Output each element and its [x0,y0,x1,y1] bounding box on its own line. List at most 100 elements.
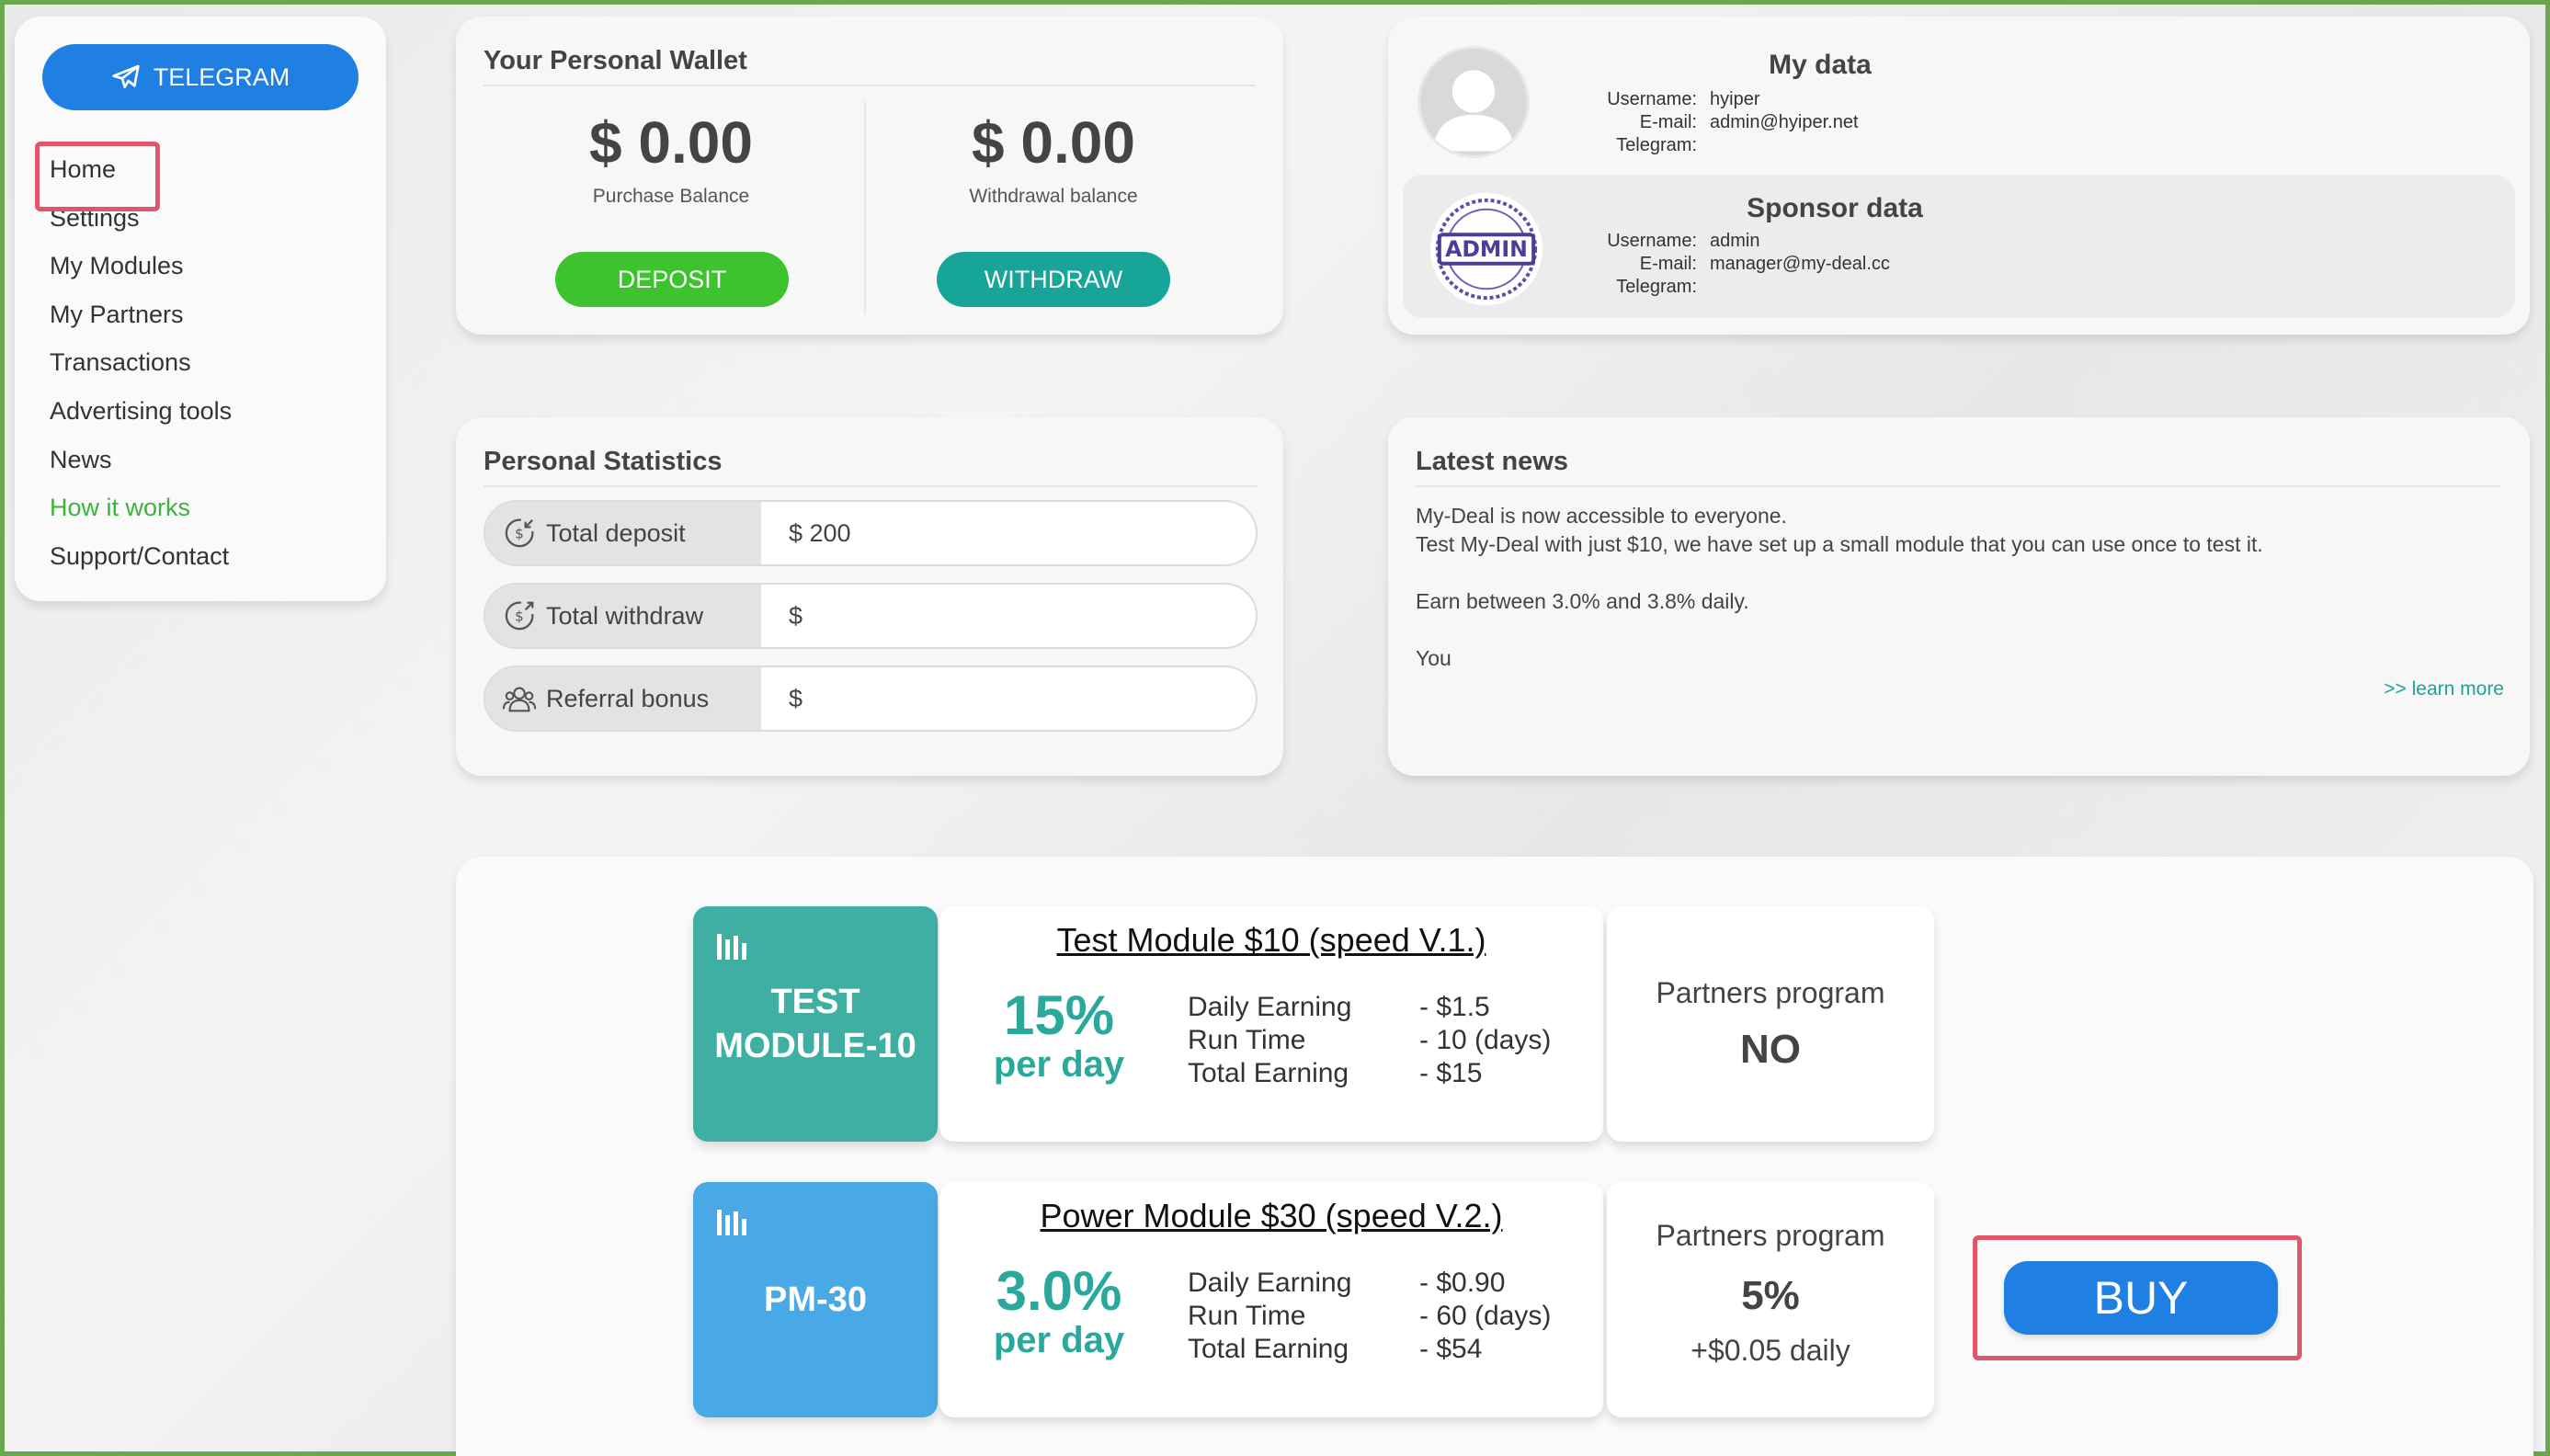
stat-label-cell: Referral bonus [485,667,761,730]
sponsor-email-value: manager@my-deal.cc [1710,254,1890,274]
withdrawal-balance-column: $ 0.00 Withdrawal balance [870,108,1237,208]
news-line: Test My-Deal with just $10, we have set … [1416,532,2263,556]
daily-earning-value: - $1.5 [1419,992,1490,1022]
sidebar-item-support-contact[interactable]: Support/Contact [15,532,386,581]
run-time-key: Run Time [1188,1025,1306,1055]
daily-earning-value: - $0.90 [1419,1268,1506,1298]
deposit-button[interactable]: DEPOSIT [555,252,789,307]
telegram-button-label: TELEGRAM [153,63,290,91]
username-key: Username: [1607,89,1697,109]
partners-program-title: Partners program [1656,1219,1885,1252]
admin-stamp-text: ADMIN [1445,236,1528,262]
sidebar-item-my-partners[interactable]: My Partners [15,290,386,339]
partners-program-value: 5% [1741,1273,1800,1318]
module-percent-value: 15% [1003,984,1115,1046]
run-time-value: - 60 (days) [1419,1301,1552,1331]
total-earning-key: Total Earning [1188,1334,1349,1364]
svg-text:$: $ [515,526,524,542]
news-title-divider [1416,485,2500,487]
partners-program-card: Partners program NO [1607,906,1934,1142]
users-icon [502,687,537,712]
dollar-out-icon: $ [505,601,534,631]
run-time-key: Run Time [1188,1301,1306,1331]
personal-statistics-card: Personal Statistics $ Total deposit $ 20… [456,417,1283,776]
module-card-power-module: Power Module $30 (speed V.2.) 3.0% per d… [939,1182,1603,1417]
withdrawal-balance-amount: $ 0.00 [972,109,1135,176]
sponsor-email-key: E-mail: [1639,254,1697,274]
run-time-value: - 10 (days) [1419,1025,1552,1055]
sidebar-nav: Home Settings My Modules My Partners Tra… [15,145,386,580]
module-tag-label: TEST MODULE-10 [714,983,916,1065]
sponsor-telegram-key: Telegram: [1616,277,1697,297]
daily-earning-key: Daily Earning [1188,992,1352,1022]
statistics-title: Personal Statistics [484,447,723,476]
purchase-balance-column: $ 0.00 Purchase Balance [487,108,855,208]
my-data-fields: Username: hyiper E-mail: admin@hyiper.net … [1590,88,1858,157]
sidebar-item-settings[interactable]: Settings [15,194,386,243]
partners-program-value: NO [1740,1027,1801,1072]
sponsor-data-title: Sponsor data [1747,193,1923,223]
sponsor-data-section: ADMIN Sponsor data Username: admin E-mail… [1403,175,2515,318]
total-earning-key: Total Earning [1188,1058,1349,1088]
withdrawal-balance-label: Withdrawal balance [969,186,1138,207]
learn-more-link[interactable]: >> learn more [2384,678,2504,700]
stat-value-total-deposit: $ 200 [789,518,851,547]
partners-program-card: Partners program 5% +$0.05 daily [1607,1182,1934,1417]
module-tag-label: PM-30 [764,1280,867,1319]
partners-program-title: Partners program [1656,976,1885,1009]
purchase-balance-amount: $ 0.00 [589,109,753,176]
total-earning-value: - $54 [1419,1334,1483,1364]
module-percent-value: 3.0% [996,1260,1122,1322]
sidebar-item-news[interactable]: News [15,436,386,484]
sponsor-username-key: Username: [1607,231,1697,251]
sidebar-item-my-modules[interactable]: My Modules [15,242,386,290]
stat-label-referral-bonus: Referral bonus [546,684,710,712]
sidebar-item-home[interactable]: Home [15,145,386,194]
module-name-link[interactable]: Test Module $10 (speed V.1.) [939,921,1603,960]
module-name-link[interactable]: Power Module $30 (speed V.2.) [939,1197,1603,1235]
news-title: Latest news [1416,447,1568,476]
daily-earning-key: Daily Earning [1188,1268,1352,1298]
stat-row-total-withdraw: $ Total withdraw $ [484,583,1258,649]
sponsor-username-value: admin [1710,231,1760,251]
username-value: hyiper [1710,89,1760,109]
stat-label-total-deposit: Total deposit [546,518,686,547]
statistics-title-divider [484,485,1258,487]
wallet-title-divider [484,85,1256,86]
stat-value-referral-bonus: $ [789,684,803,712]
bar-chart-icon [717,1210,746,1235]
stat-label-total-withdraw: Total withdraw [546,601,704,630]
email-key: E-mail: [1639,112,1697,132]
stat-row-total-deposit: $ Total deposit $ 200 [484,500,1258,566]
latest-news-card: Latest news My-Deal is now accessible to… [1388,417,2530,776]
module-per-day: per day [993,1044,1125,1085]
bar-chart-icon [717,934,746,960]
my-data-title: My data [1769,50,1872,80]
buy-button[interactable]: BUY [2004,1261,2278,1335]
module-percent: 3.0% per day [967,1260,1151,1361]
module-per-day: per day [993,1320,1125,1360]
module-details: Daily Earning - $1.5 Run Time - 10 (days) … [1188,991,1551,1090]
module-card-test-module: Test Module $10 (speed V.1.) 15% per day… [939,906,1603,1142]
module-details: Daily Earning - $0.90 Run Time - 60 (days)… [1188,1267,1551,1366]
withdraw-button[interactable]: WITHDRAW [937,252,1170,307]
stat-label-cell: $ Total deposit [485,502,761,564]
wallet-title: Your Personal Wallet [484,46,747,75]
stat-value-total-withdraw: $ [789,601,803,630]
telegram-key: Telegram: [1616,135,1697,155]
dollar-in-icon: $ [505,518,534,548]
module-tag-pm-30: PM-30 [693,1182,938,1417]
telegram-button[interactable]: TELEGRAM [42,44,359,110]
sidebar-item-how-it-works[interactable]: How it works [15,483,386,532]
total-earning-value: - $15 [1419,1058,1483,1088]
sidebar-item-advertising-tools[interactable]: Advertising tools [15,387,386,436]
my-data-card: My data Username: hyiper E-mail: admin@hyi… [1388,17,2530,335]
news-line: My-Deal is now accessible to everyone. [1416,504,1787,528]
purchase-balance-label: Purchase Balance [592,186,750,207]
wallet-divider [864,101,866,314]
sidebar-item-transactions[interactable]: Transactions [15,338,386,387]
wallet-card: Your Personal Wallet $ 0.00 Purchase Bal… [456,17,1283,335]
svg-text:$: $ [515,609,524,625]
module-percent: 15% per day [967,984,1151,1086]
sidebar: TELEGRAM Home Settings My Modules My Par… [15,17,386,601]
